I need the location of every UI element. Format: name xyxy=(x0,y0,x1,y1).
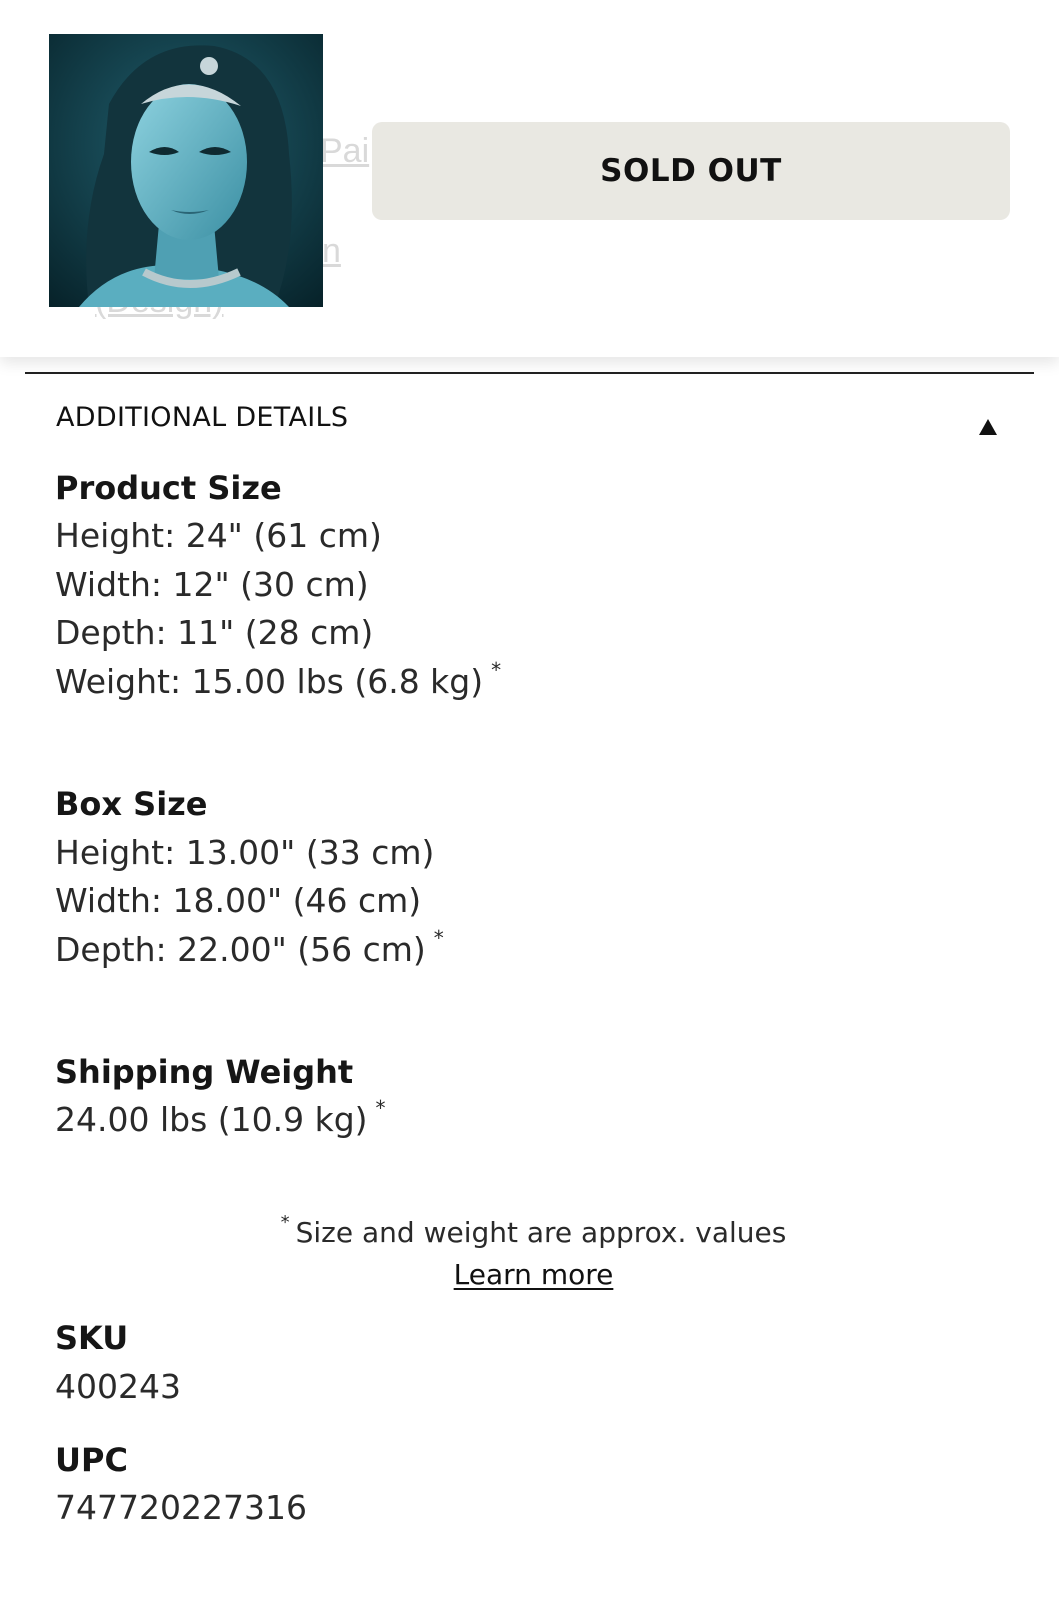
shipping-weight-value: 24.00 lbs (10.9 kg) xyxy=(55,1100,368,1139)
section-divider xyxy=(25,372,1034,374)
learn-more-row: Learn more xyxy=(0,1258,1059,1291)
upc-value: 747720227316 xyxy=(55,1488,307,1527)
footnote-mark: * xyxy=(491,658,502,682)
box-width: Width: 18.00" (46 cm) xyxy=(55,881,422,920)
sticky-product-bar: Pai n (Design) xyxy=(0,0,1059,357)
sku-value: 400243 xyxy=(55,1367,181,1406)
sold-out-button[interactable]: SOLD OUT xyxy=(372,122,1010,220)
sku-heading: SKU xyxy=(55,1319,129,1357)
faded-link-text[interactable]: n xyxy=(322,232,341,271)
product-width: Width: 12" (30 cm) xyxy=(55,565,369,604)
shipping-weight-row: 24.00 lbs (10.9 kg) * xyxy=(55,1096,386,1139)
upc-heading: UPC xyxy=(55,1441,128,1479)
faded-link-text[interactable]: Pai xyxy=(320,132,369,171)
product-weight-row: Weight: 15.00 lbs (6.8 kg) * xyxy=(55,658,501,701)
triangle-up-icon[interactable] xyxy=(979,419,997,435)
shipping-weight-heading: Shipping Weight xyxy=(55,1053,354,1091)
page: Pai n (Design) xyxy=(0,0,1059,1600)
box-height: Height: 13.00" (33 cm) xyxy=(55,833,435,872)
additional-details-title[interactable]: ADDITIONAL DETAILS xyxy=(56,402,348,433)
box-depth-row: Depth: 22.00" (56 cm) * xyxy=(55,926,444,969)
product-height: Height: 24" (61 cm) xyxy=(55,516,382,555)
footnote-mark: * xyxy=(280,1212,290,1233)
approx-values-note: * Size and weight are approx. values xyxy=(0,1212,1059,1249)
learn-more-link[interactable]: Learn more xyxy=(454,1258,614,1291)
product-depth: Depth: 11" (28 cm) xyxy=(55,613,374,652)
note-text: Size and weight are approx. values xyxy=(295,1216,787,1249)
footnote-mark: * xyxy=(433,926,444,950)
footnote-mark: * xyxy=(375,1096,386,1120)
product-image xyxy=(49,34,323,307)
product-weight: Weight: 15.00 lbs (6.8 kg) xyxy=(55,662,484,701)
product-size-heading: Product Size xyxy=(55,469,282,507)
box-depth: Depth: 22.00" (56 cm) xyxy=(55,930,426,969)
box-size-heading: Box Size xyxy=(55,785,208,823)
product-thumbnail[interactable] xyxy=(49,34,323,307)
